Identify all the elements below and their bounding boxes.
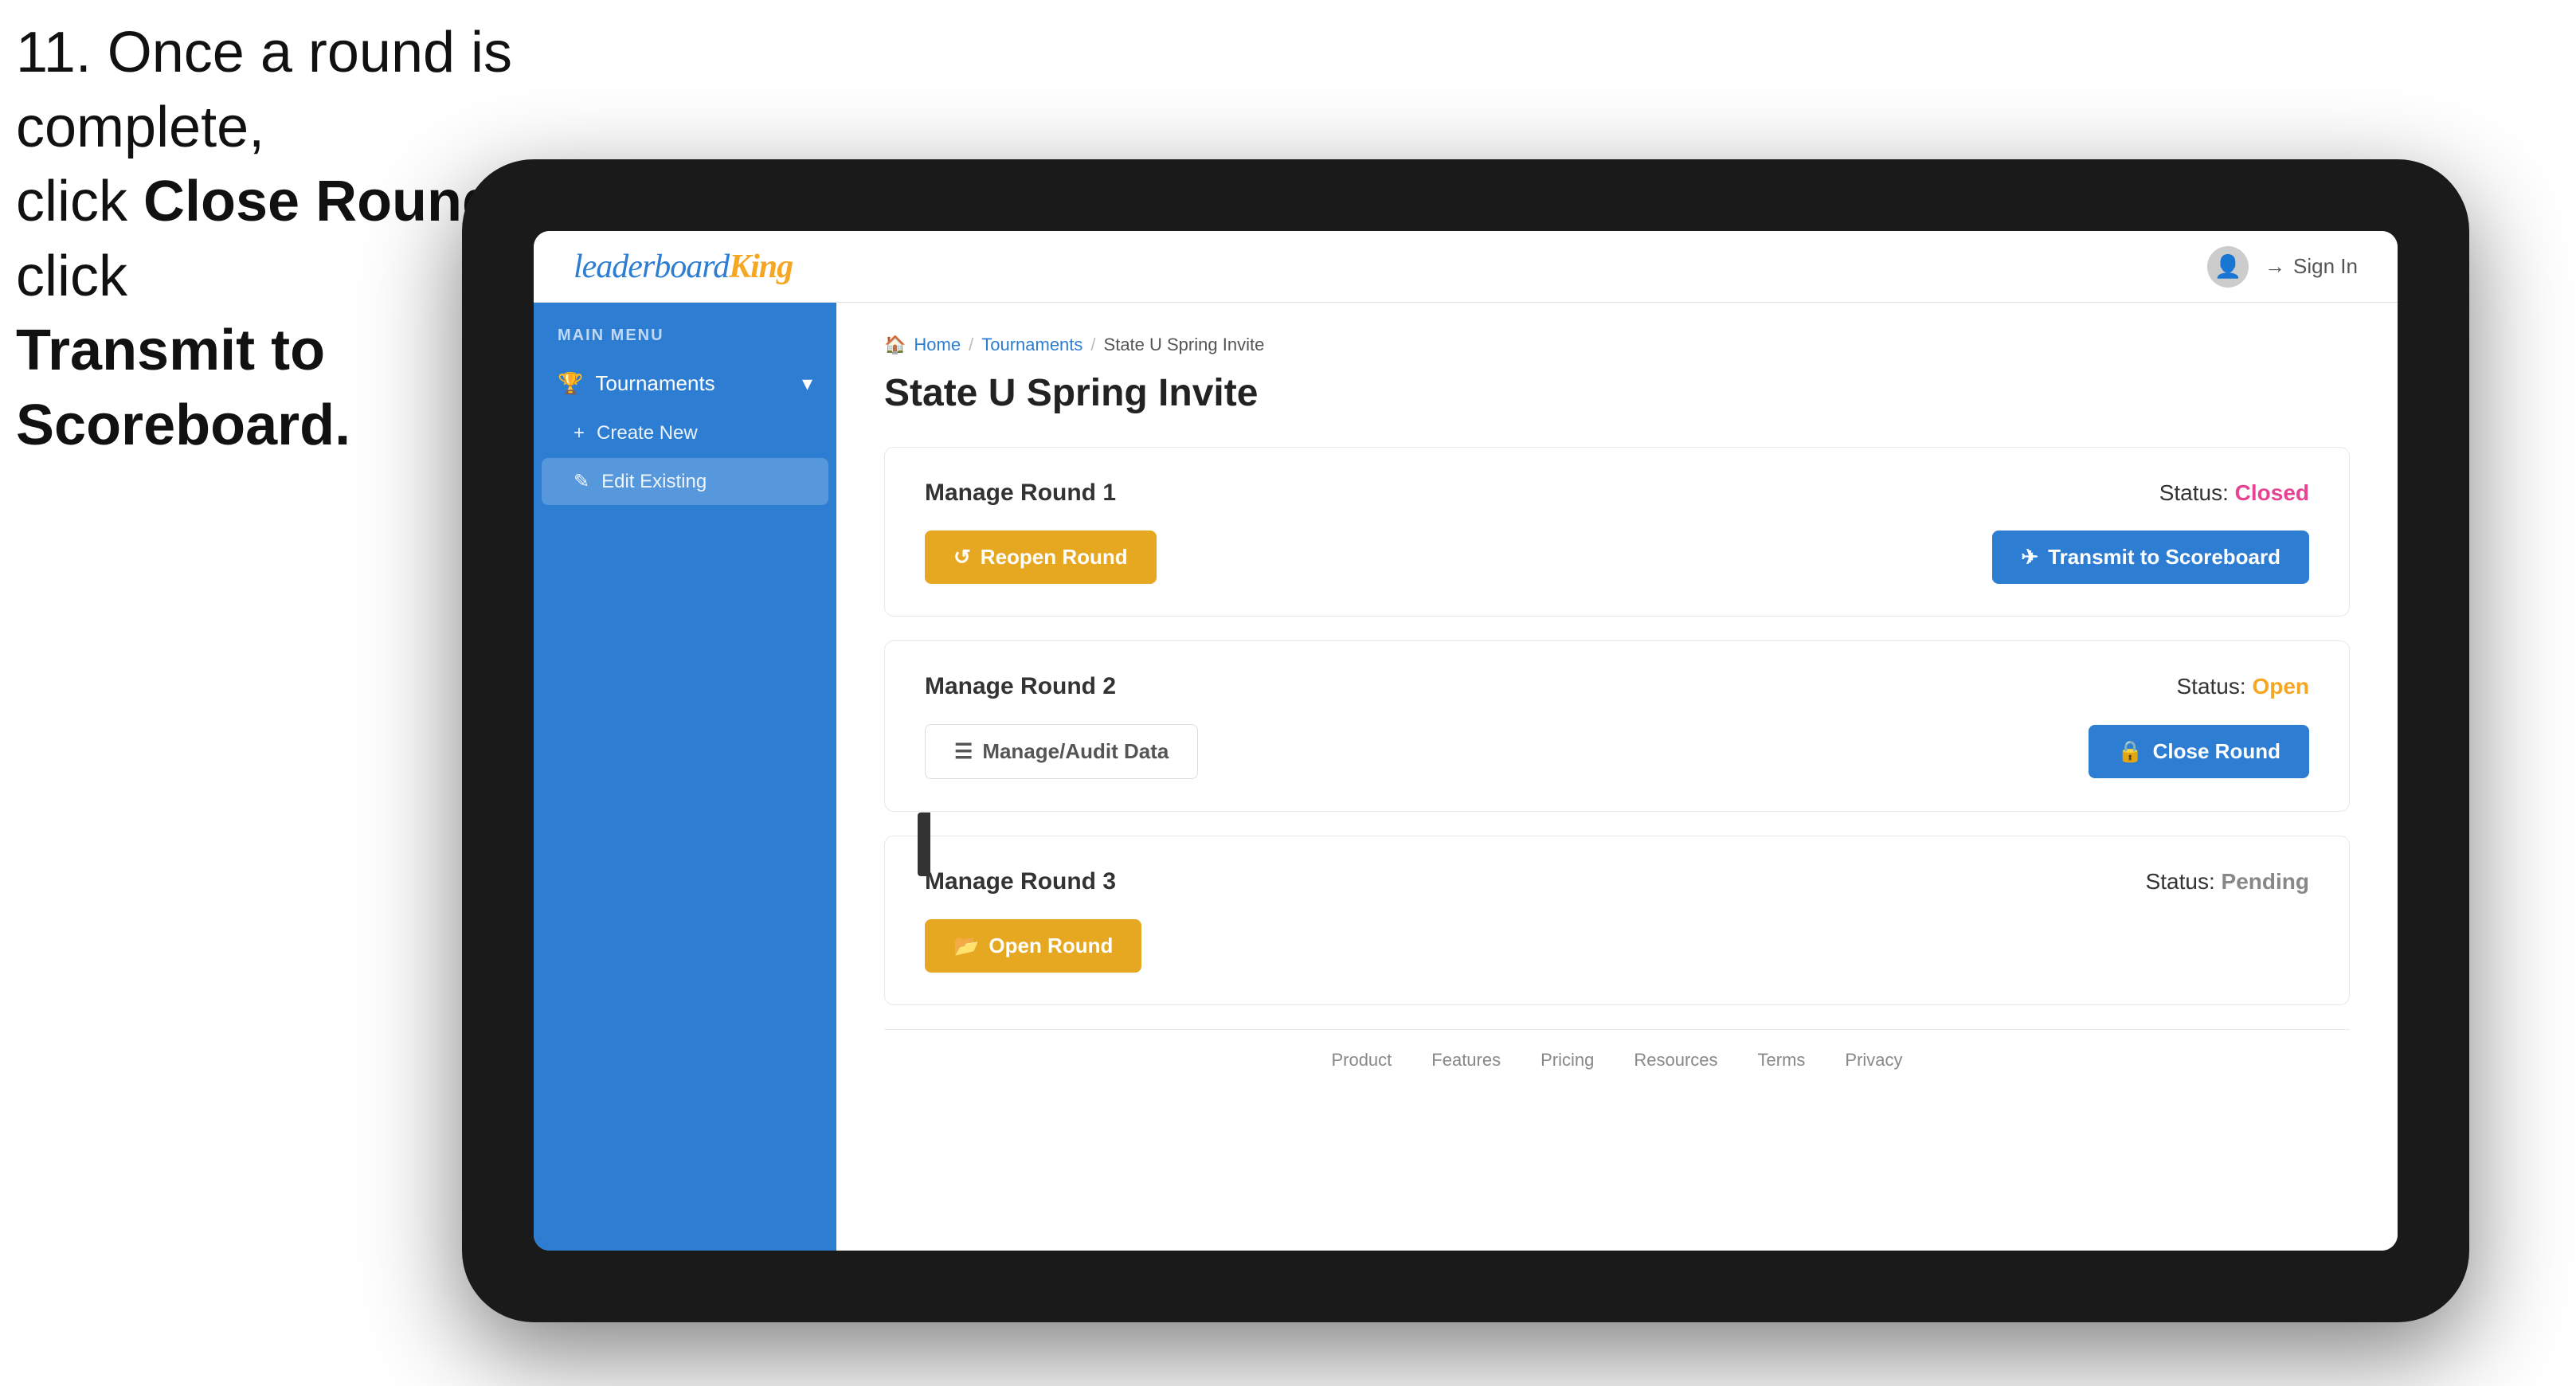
breadcrumb: 🏠 Home / Tournaments / State U Spring In…	[884, 335, 2350, 355]
transmit-to-scoreboard-button[interactable]: ✈ Transmit to Scoreboard	[1992, 531, 2309, 584]
breadcrumb-home-icon: 🏠	[884, 335, 906, 355]
open-round-button[interactable]: 📂 Open Round	[925, 919, 1141, 973]
sign-in-button[interactable]: → Sign In	[2265, 254, 2358, 279]
reopen-icon: ↺	[953, 545, 971, 570]
footer-product[interactable]: Product	[1331, 1050, 1392, 1071]
round1-status: Status: Closed	[2159, 480, 2309, 506]
reopen-round-button[interactable]: ↺ Reopen Round	[925, 531, 1157, 584]
chevron-down-icon: ▾	[802, 371, 812, 396]
round1-status-label: Status:	[2159, 480, 2229, 505]
tablet-power-button	[918, 812, 930, 876]
sidebar-item-tournaments-left: 🏆 Tournaments	[558, 371, 715, 396]
sidebar-item-tournaments[interactable]: 🏆 Tournaments ▾	[534, 357, 836, 410]
trophy-icon: 🏆	[558, 371, 583, 396]
content-area: 🏠 Home / Tournaments / State U Spring In…	[836, 303, 2398, 1251]
round2-section: Manage Round 2 Status: Open ☰ Manage/Aud…	[884, 640, 2350, 812]
round2-status-value: Open	[2252, 674, 2309, 699]
footer: Product Features Pricing Resources Terms…	[884, 1029, 2350, 1090]
top-navigation: leaderboardKing 👤 → Sign In	[534, 231, 2398, 303]
round2-status-label: Status:	[2176, 674, 2245, 699]
edit-icon: ✎	[574, 470, 589, 493]
breadcrumb-home-link[interactable]: Home	[914, 335, 961, 355]
round2-actions: ☰ Manage/Audit Data 🔒 Close Round	[925, 724, 2309, 779]
instruction-line2: click	[16, 170, 143, 233]
sidebar: MAIN MENU 🏆 Tournaments ▾ + Create New ✎…	[534, 303, 836, 1251]
instruction-line1: 11. Once a round is complete,	[16, 21, 512, 159]
sidebar-edit-existing-label: Edit Existing	[601, 471, 707, 493]
breadcrumb-current: State U Spring Invite	[1104, 335, 1265, 355]
breadcrumb-tournaments-link[interactable]: Tournaments	[981, 335, 1082, 355]
round2-title: Manage Round 2	[925, 673, 1116, 700]
app-logo: leaderboardKing	[574, 247, 793, 286]
footer-privacy[interactable]: Privacy	[1845, 1050, 1902, 1071]
round3-section: Manage Round 3 Status: Pending 📂 Open Ro…	[884, 836, 2350, 1005]
round3-title: Manage Round 3	[925, 868, 1116, 895]
round1-actions: ↺ Reopen Round ✈ Transmit to Scoreboard	[925, 531, 2309, 584]
round1-status-value: Closed	[2235, 480, 2309, 505]
tablet-device: leaderboardKing 👤 → Sign In MAIN MENU 🏆 …	[462, 159, 2469, 1322]
tablet-screen: leaderboardKing 👤 → Sign In MAIN MENU 🏆 …	[534, 231, 2398, 1251]
reopen-round-label: Reopen Round	[981, 545, 1128, 570]
instruction-bold1: Close Round	[143, 170, 497, 233]
audit-icon: ☰	[954, 739, 973, 764]
sidebar-edit-existing[interactable]: ✎ Edit Existing	[542, 458, 828, 505]
sidebar-section-label: MAIN MENU	[534, 327, 836, 357]
footer-features[interactable]: Features	[1431, 1050, 1501, 1071]
logo-text: leaderboard	[574, 249, 729, 285]
top-nav-right: 👤 → Sign In	[2207, 246, 2358, 288]
sidebar-tournaments-label: Tournaments	[595, 371, 714, 396]
user-avatar[interactable]: 👤	[2207, 246, 2249, 288]
main-layout: MAIN MENU 🏆 Tournaments ▾ + Create New ✎…	[534, 303, 2398, 1251]
open-icon: 📂	[953, 934, 979, 958]
round2-header: Manage Round 2 Status: Open	[925, 673, 2309, 700]
close-round-label: Close Round	[2153, 739, 2280, 764]
transmit-scoreboard-label: Transmit to Scoreboard	[2048, 545, 2280, 570]
close-round-button[interactable]: 🔒 Close Round	[2089, 725, 2309, 778]
round3-actions: 📂 Open Round	[925, 919, 2309, 973]
round1-section: Manage Round 1 Status: Closed ↺ Reopen R…	[884, 447, 2350, 617]
plus-icon: +	[574, 422, 585, 444]
footer-resources[interactable]: Resources	[1634, 1050, 1717, 1071]
round3-status: Status: Pending	[2146, 869, 2309, 895]
sidebar-create-new[interactable]: + Create New	[534, 410, 836, 456]
round3-status-value: Pending	[2222, 869, 2309, 894]
sign-in-arrow-icon: →	[2265, 254, 2285, 279]
round3-header: Manage Round 3 Status: Pending	[925, 868, 2309, 895]
open-round-label: Open Round	[989, 934, 1113, 958]
round1-header: Manage Round 1 Status: Closed	[925, 480, 2309, 507]
page-title: State U Spring Invite	[884, 371, 2350, 415]
footer-terms[interactable]: Terms	[1758, 1050, 1806, 1071]
breadcrumb-sep1: /	[969, 335, 973, 355]
round2-status: Status: Open	[2176, 674, 2309, 699]
round3-status-label: Status:	[2146, 869, 2215, 894]
breadcrumb-sep2: /	[1090, 335, 1095, 355]
manage-audit-data-button[interactable]: ☰ Manage/Audit Data	[925, 724, 1198, 779]
footer-pricing[interactable]: Pricing	[1541, 1050, 1594, 1071]
logo-king: King	[729, 249, 793, 285]
round1-title: Manage Round 1	[925, 480, 1116, 507]
manage-audit-label: Manage/Audit Data	[982, 739, 1169, 764]
lock-icon: 🔒	[2117, 739, 2143, 764]
transmit-icon: ✈	[2021, 545, 2038, 570]
sign-in-label: Sign In	[2293, 254, 2358, 279]
sidebar-create-new-label: Create New	[597, 422, 698, 444]
instruction-bold2: Transmit to Scoreboard.	[16, 319, 350, 457]
